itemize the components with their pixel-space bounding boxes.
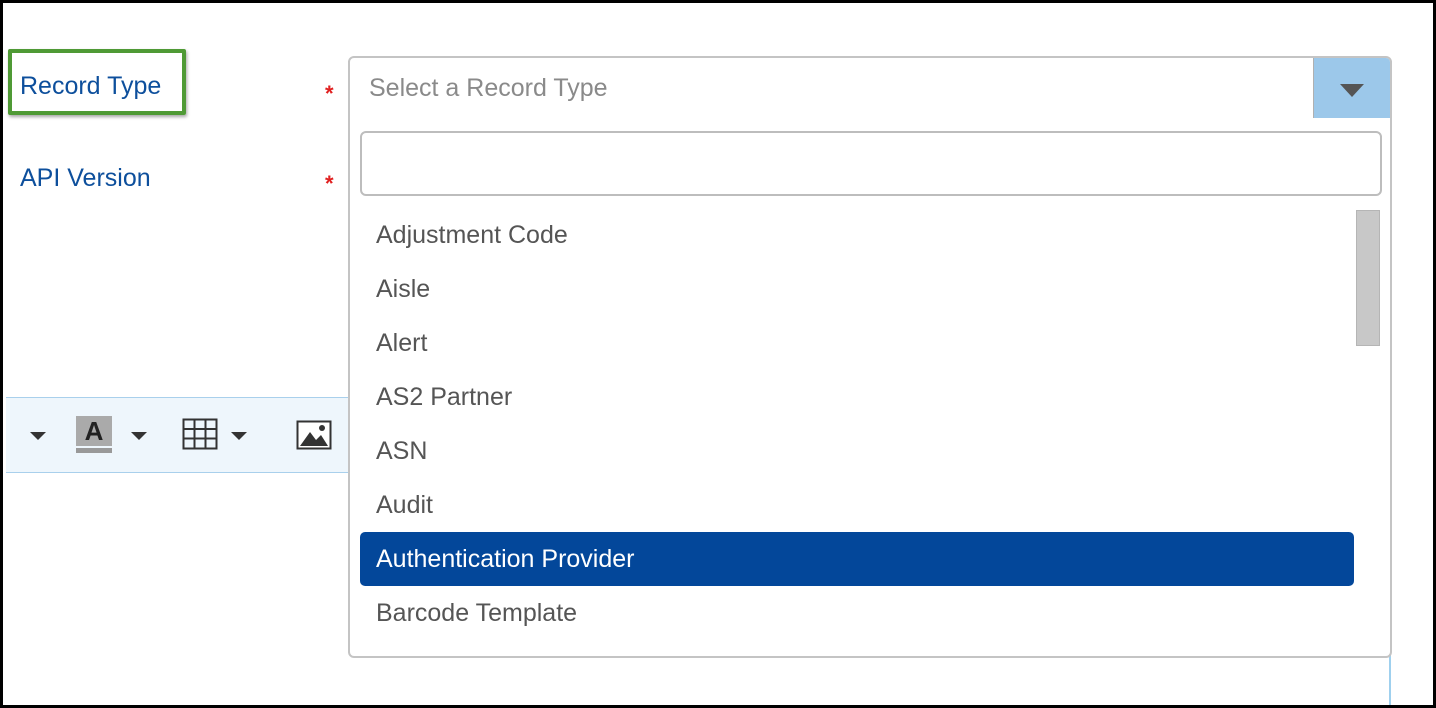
font-color-caret-icon[interactable] <box>131 432 147 440</box>
option-audit[interactable]: Audit <box>360 478 1354 532</box>
table-caret-icon[interactable] <box>231 432 247 440</box>
api-version-required-marker: * <box>325 171 334 196</box>
record-type-label: Record Type <box>20 72 162 100</box>
option-as2-partner[interactable]: AS2 Partner <box>360 370 1354 424</box>
dropdown-options-list: Adjustment Code Aisle Alert AS2 Partner … <box>360 208 1354 640</box>
record-type-select[interactable]: Select a Record Type <box>348 56 1392 120</box>
select-placeholder: Select a Record Type <box>369 74 608 102</box>
dropdown-caret-icon[interactable] <box>30 432 46 440</box>
dropdown-search-input[interactable] <box>360 131 1382 196</box>
option-aisle[interactable]: Aisle <box>360 262 1354 316</box>
font-color-glyph: A <box>76 416 112 446</box>
select-arrow-icon <box>1340 84 1364 97</box>
option-adjustment-code[interactable]: Adjustment Code <box>360 208 1354 262</box>
window-frame: Record Type * API Version * A Select a R… <box>0 0 1436 708</box>
option-authentication-provider[interactable]: Authentication Provider <box>360 532 1354 586</box>
option-alert[interactable]: Alert <box>360 316 1354 370</box>
editor-toolbar: A <box>6 397 406 473</box>
font-color-bar <box>76 448 112 453</box>
api-version-label: API Version <box>20 164 151 192</box>
option-asn[interactable]: ASN <box>360 424 1354 478</box>
table-icon[interactable] <box>182 418 218 455</box>
dropdown-scrollbar[interactable] <box>1356 210 1380 346</box>
record-type-dropdown: Adjustment Code Aisle Alert AS2 Partner … <box>348 118 1392 658</box>
image-icon[interactable] <box>296 420 332 455</box>
font-color-icon[interactable]: A <box>76 416 112 456</box>
select-toggle-button[interactable] <box>1313 58 1390 118</box>
option-barcode-template[interactable]: Barcode Template <box>360 586 1354 640</box>
record-type-required-marker: * <box>325 81 334 106</box>
